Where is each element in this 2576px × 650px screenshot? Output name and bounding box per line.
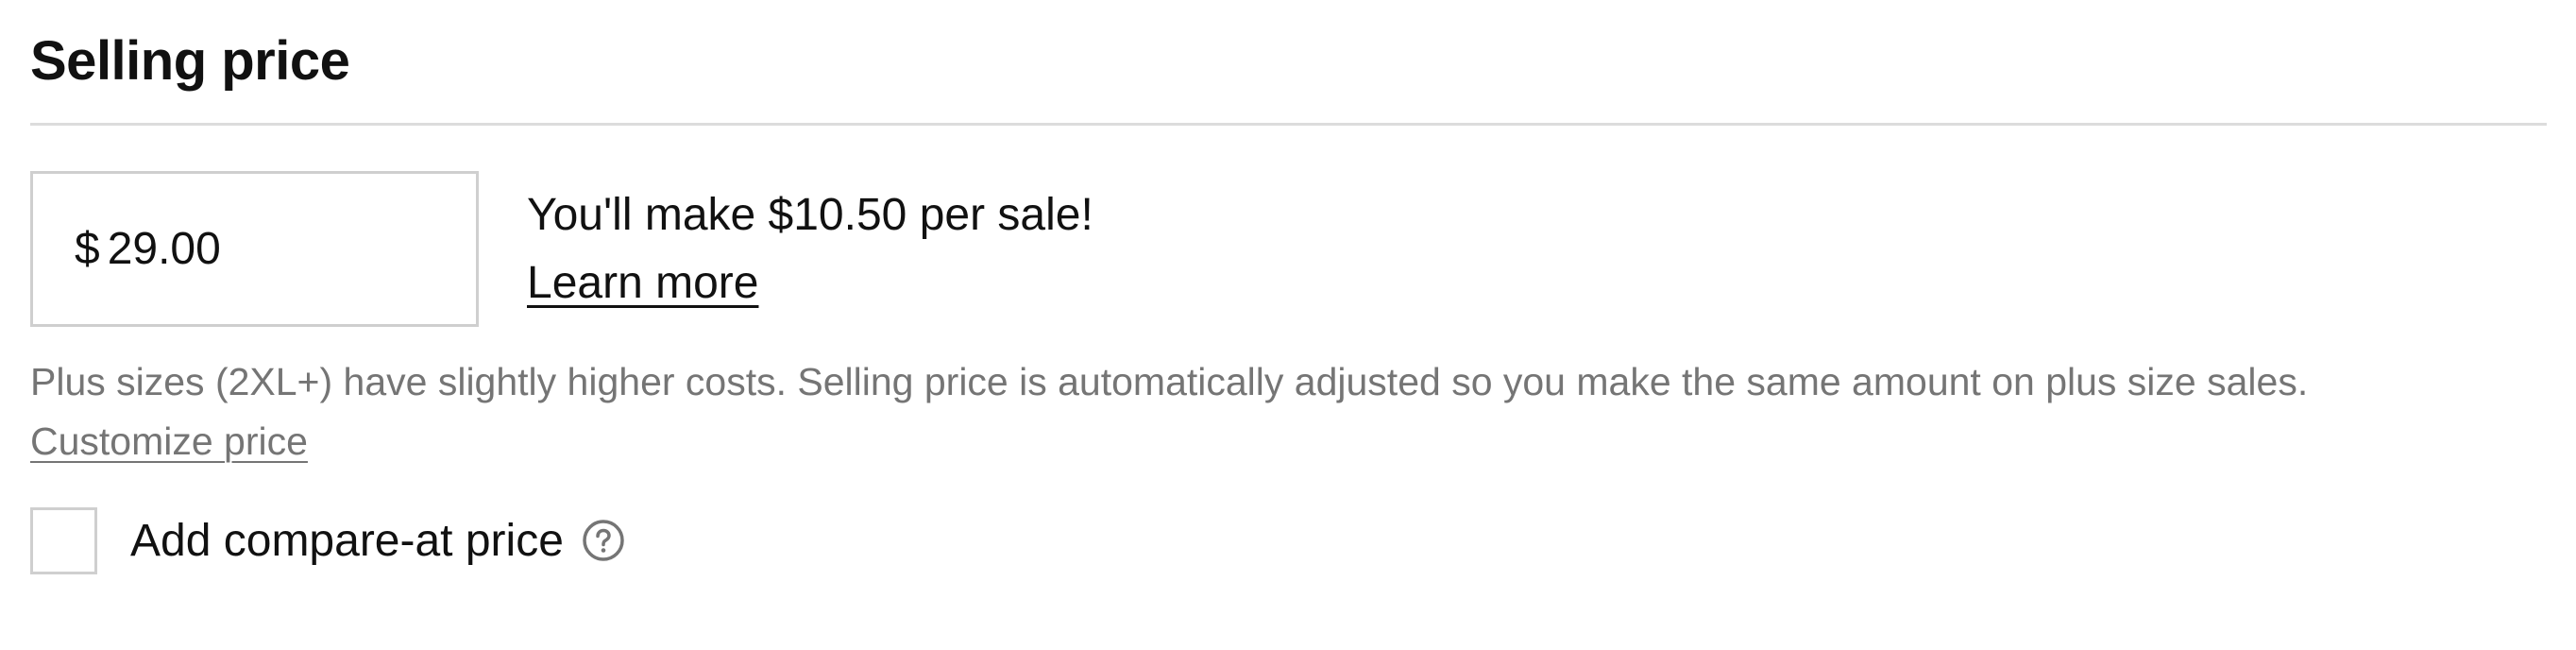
earnings-message: You'll make $10.50 per sale!	[527, 190, 1093, 240]
plus-size-note: Plus sizes (2XL+) have slightly higher c…	[30, 360, 2309, 403]
selling-price-panel: Selling price $ 29.00 You'll make $10.50…	[0, 0, 2576, 650]
learn-more-link[interactable]: Learn more	[527, 255, 758, 312]
question-circle-icon[interactable]	[581, 518, 626, 563]
compare-at-label[interactable]: Add compare-at price	[130, 515, 564, 567]
compare-at-checkbox[interactable]	[30, 506, 97, 574]
customize-price-link[interactable]: Customize price	[30, 413, 308, 470]
currency-symbol: $	[75, 224, 100, 274]
section-title: Selling price	[30, 30, 350, 92]
price-value: 29.00	[107, 224, 221, 274]
compare-at-row: Add compare-at price	[30, 505, 626, 575]
section-divider	[30, 123, 2547, 126]
selling-price-input[interactable]: $ 29.00	[30, 171, 479, 327]
